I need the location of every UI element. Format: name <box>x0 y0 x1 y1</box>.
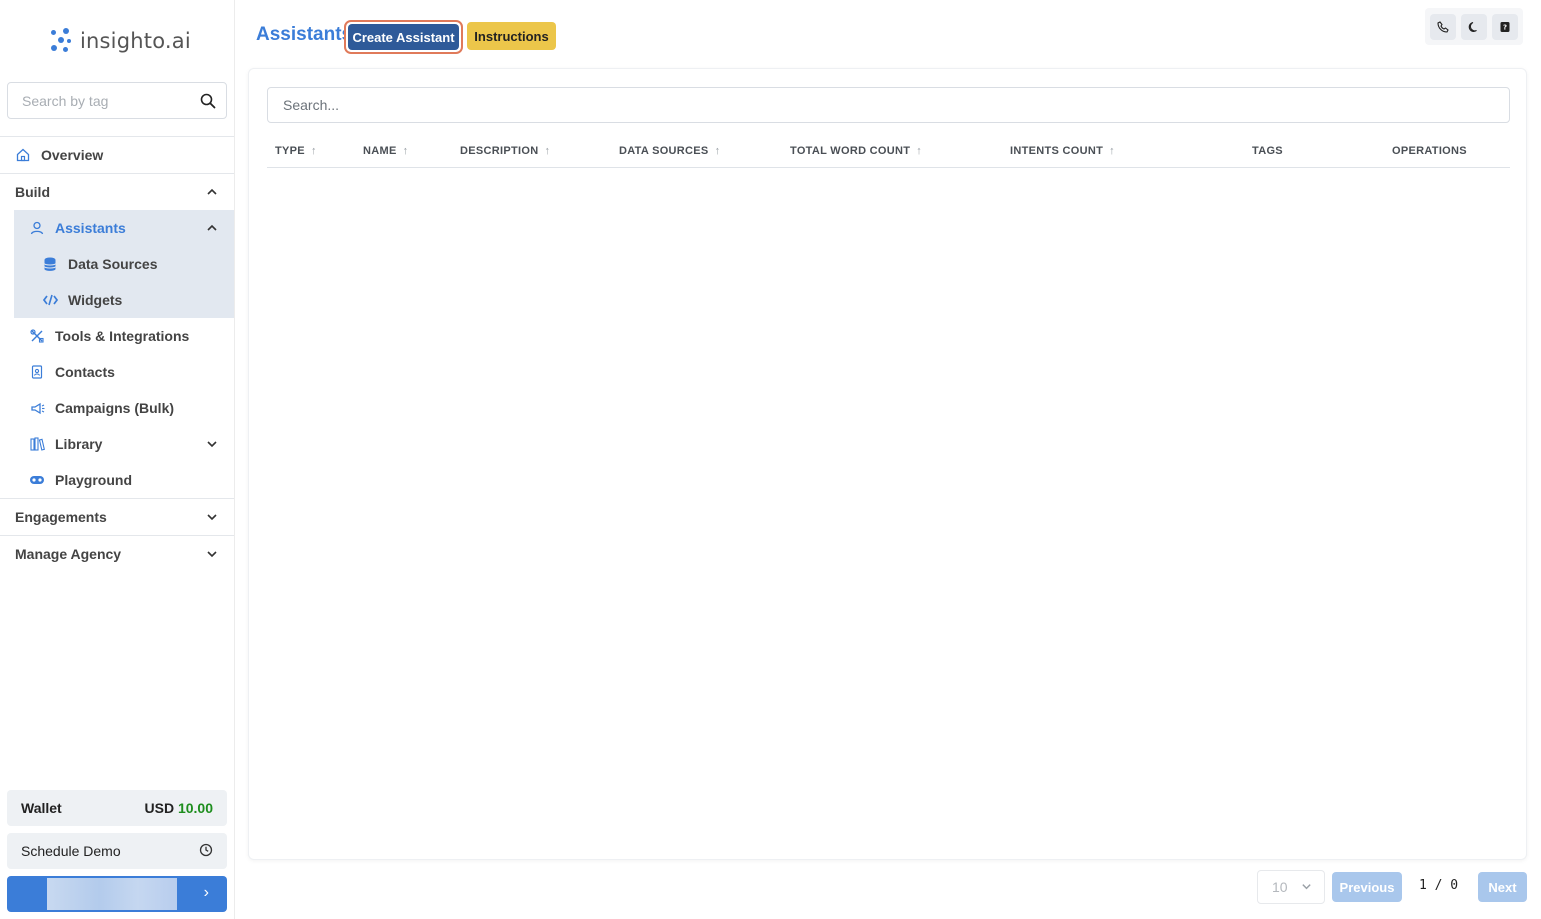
sidebar-item-overview[interactable]: Overview <box>0 137 234 173</box>
svg-text:?: ? <box>1503 23 1507 31</box>
sort-arrow-icon: ↑ <box>916 145 923 157</box>
previous-page-button[interactable]: Previous <box>1332 872 1402 902</box>
column-label: TOTAL WORD COUNT <box>790 145 911 157</box>
sidebar: insighto.ai Overview Build <box>0 0 235 919</box>
sort-arrow-icon: ↑ <box>1109 145 1115 157</box>
sidebar-section-label: Build <box>15 184 50 200</box>
upgrade-button[interactable]: › <box>7 876 227 912</box>
user-icon <box>29 220 45 236</box>
sort-arrow-icon: ↑ <box>714 145 721 157</box>
column-label: DESCRIPTION <box>460 145 539 157</box>
tag-search-box <box>7 82 227 119</box>
page-size-select[interactable]: 10 <box>1257 870 1325 904</box>
home-icon <box>15 147 31 163</box>
schedule-demo-label: Schedule Demo <box>21 843 121 859</box>
column-header-tags: TAGS <box>1252 145 1283 157</box>
column-label: OPERATIONS <box>1392 145 1467 157</box>
sidebar-section-build[interactable]: Build <box>0 174 234 210</box>
sidebar-item-label: Data Sources <box>68 256 158 272</box>
sidebar-item-label: Widgets <box>68 292 123 308</box>
contact-card-icon <box>29 364 45 380</box>
brand-logo[interactable]: insighto.ai <box>50 26 191 56</box>
brand-name: insighto.ai <box>80 29 191 53</box>
sidebar-item-label: Campaigns (Bulk) <box>55 400 175 416</box>
sidebar-item-label: Tools & Integrations <box>55 328 190 344</box>
column-label: NAME <box>363 145 397 157</box>
code-icon <box>42 292 58 308</box>
sidebar-section-label: Manage Agency <box>15 546 122 562</box>
search-icon[interactable] <box>200 93 216 114</box>
tools-icon <box>29 328 45 344</box>
phone-icon[interactable] <box>1430 13 1456 40</box>
create-assistant-button[interactable]: Create Assistant <box>344 20 463 54</box>
sidebar-item-tools-integrations[interactable]: Tools & Integrations <box>0 318 234 354</box>
tag-search-input[interactable] <box>22 92 187 109</box>
wallet-panel[interactable]: Wallet USD 10.00 <box>7 790 227 826</box>
help-icon[interactable]: ? <box>1492 13 1518 40</box>
sidebar-section-label: Engagements <box>15 509 107 525</box>
chevron-down-icon <box>206 547 218 563</box>
page-title: Assistants <box>256 24 353 45</box>
database-icon <box>42 256 58 272</box>
clock-icon <box>199 843 213 860</box>
wallet-label: Wallet <box>21 800 62 816</box>
sidebar-item-library[interactable]: Library <box>0 426 234 462</box>
column-label: TYPE <box>275 145 305 157</box>
chevron-down-icon <box>206 510 218 526</box>
sort-arrow-icon: ↑ <box>544 145 551 157</box>
chevron-down-icon <box>206 437 218 453</box>
sort-arrow-icon: ↑ <box>310 145 317 157</box>
column-header-operations: OPERATIONS <box>1392 145 1467 157</box>
app-root: insighto.ai Overview Build <box>0 0 1541 919</box>
instructions-button[interactable]: Instructions <box>467 22 556 50</box>
next-page-button[interactable]: Next <box>1478 872 1527 902</box>
logo-icon <box>50 28 74 54</box>
column-header-name[interactable]: NAME ↑ <box>363 145 408 157</box>
create-assistant-label: Create Assistant <box>348 24 459 50</box>
sidebar-item-widgets[interactable]: Widgets <box>14 282 234 318</box>
top-actions: ? <box>1425 8 1523 45</box>
sidebar-item-assistants[interactable]: Assistants <box>14 210 234 246</box>
column-label: DATA SOURCES <box>619 145 709 157</box>
sidebar-item-label: Contacts <box>55 364 115 380</box>
column-header-total-word-count[interactable]: TOTAL WORD COUNT ↑ <box>790 145 922 157</box>
sidebar-item-playground[interactable]: Playground <box>0 462 234 498</box>
chevron-up-icon <box>206 185 218 201</box>
column-label: TAGS <box>1252 145 1283 157</box>
sort-arrow-icon: ↑ <box>402 145 409 157</box>
library-icon <box>29 436 45 452</box>
sidebar-item-campaigns[interactable]: Campaigns (Bulk) <box>0 390 234 426</box>
sidebar-item-data-sources[interactable]: Data Sources <box>14 246 234 282</box>
redacted-area <box>47 878 177 910</box>
chevron-up-icon <box>206 221 218 237</box>
wallet-currency: USD <box>144 800 175 816</box>
sidebar-section-engagements[interactable]: Engagements <box>0 499 234 535</box>
sidebar-item-contacts[interactable]: Contacts <box>0 354 234 390</box>
table-header: TYPE ↑ NAME ↑ DESCRIPTION ↑ DATA SOURCES ↑ T… <box>267 141 1510 168</box>
chevron-down-icon <box>1301 879 1312 895</box>
sidebar-item-label: Overview <box>41 147 104 163</box>
schedule-demo-button[interactable]: Schedule Demo <box>7 833 227 869</box>
assistants-group: Assistants Data Sources Widgets <box>14 210 234 318</box>
column-header-intents-count[interactable]: INTENTS COUNT ↑ <box>1010 145 1115 157</box>
moon-icon[interactable] <box>1461 13 1487 40</box>
column-header-description[interactable]: DESCRIPTION ↑ <box>460 145 550 157</box>
sidebar-nav: Overview Build Assistants Data Sources W… <box>0 136 234 572</box>
table-search-input[interactable] <box>267 87 1510 123</box>
page-size-value: 10 <box>1272 879 1288 895</box>
page-indicator: 1 / 0 <box>1419 878 1459 893</box>
chevron-right-icon: › <box>203 884 209 901</box>
column-label: INTENTS COUNT <box>1010 145 1104 157</box>
gamepad-icon <box>29 472 45 488</box>
assistants-table-card: TYPE ↑ NAME ↑ DESCRIPTION ↑ DATA SOURCES ↑ T… <box>248 68 1527 860</box>
sidebar-item-label: Playground <box>55 472 133 488</box>
column-header-data-sources[interactable]: DATA SOURCES ↑ <box>619 145 720 157</box>
megaphone-icon <box>29 400 45 416</box>
wallet-amount: 10.00 <box>177 800 213 816</box>
sidebar-section-manage-agency[interactable]: Manage Agency <box>0 536 234 572</box>
sidebar-item-label: Assistants <box>55 220 126 236</box>
sidebar-item-label: Library <box>55 436 103 452</box>
column-header-type[interactable]: TYPE ↑ <box>275 145 317 157</box>
wallet-balance: USD 10.00 <box>145 800 214 816</box>
